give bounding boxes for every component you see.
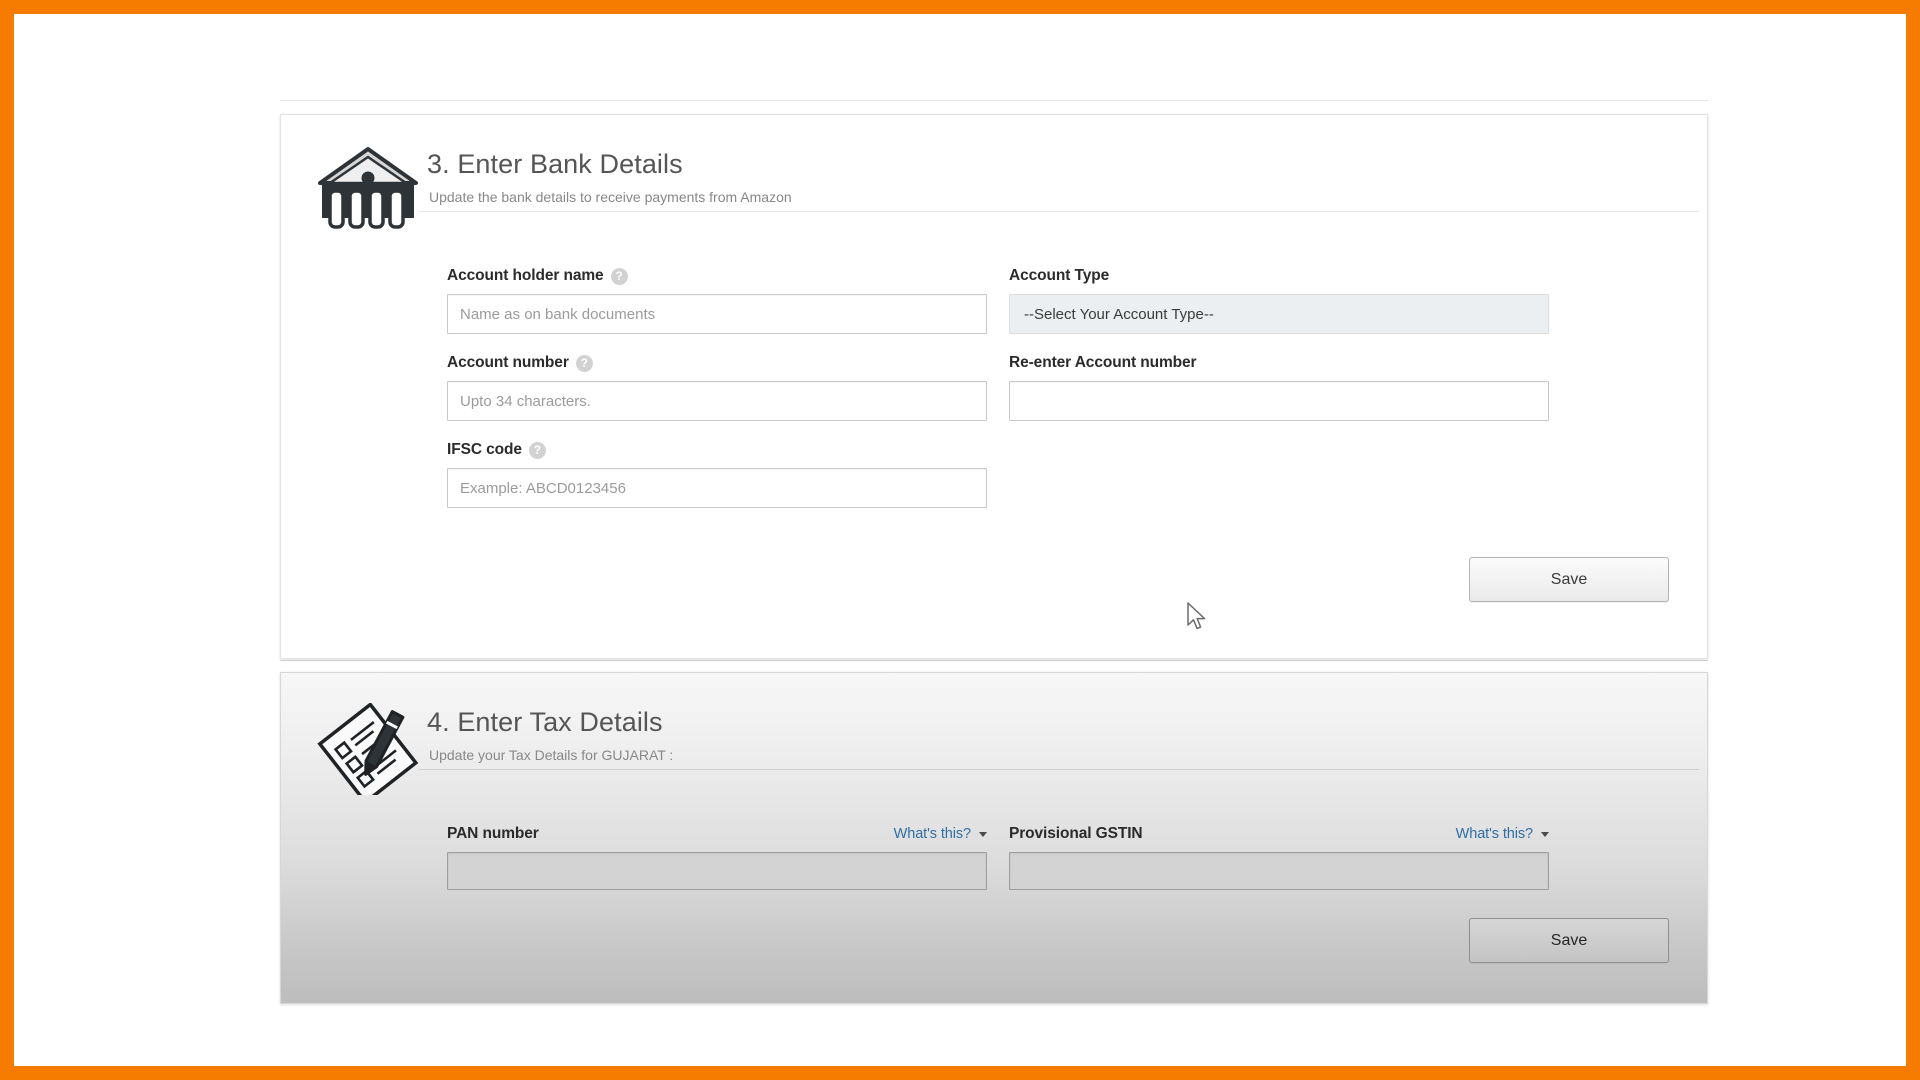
account-number-input[interactable] [447, 381, 987, 421]
tax-card-top-hairline [280, 660, 1708, 661]
reenter-account-number-label-text: Re-enter Account number [1009, 354, 1197, 371]
gstin-whats-this-link[interactable]: What's this? [1456, 826, 1549, 842]
pan-number-label-text: PAN number [447, 825, 539, 842]
reenter-account-number-label: Re-enter Account number [1009, 354, 1549, 372]
bank-header-divider [419, 211, 1699, 212]
clipboard-pencil-icon [309, 699, 427, 795]
tax-section-header: 4. Enter Tax Details Update your Tax Det… [309, 699, 1677, 795]
bank-details-form: Account holder name ? Account Type --Sel… [309, 267, 1677, 508]
pan-number-input[interactable] [447, 852, 987, 890]
provisional-gstin-input[interactable] [1009, 852, 1549, 890]
chevron-down-icon [979, 831, 987, 837]
tax-section-subtitle: Update your Tax Details for GUJARAT : [429, 747, 674, 764]
provisional-gstin-field: Provisional GSTIN What's this? [1009, 825, 1549, 890]
bank-save-button[interactable]: Save [1469, 557, 1669, 602]
bank-form-row-3: IFSC code ? [447, 441, 1677, 508]
help-icon[interactable]: ? [610, 267, 628, 285]
tax-form-row-1: PAN number What's this? Provisional GSTI… [447, 825, 1677, 890]
provisional-gstin-label: Provisional GSTIN What's this? [1009, 825, 1549, 843]
account-type-field: Account Type --Select Your Account Type-… [1009, 267, 1549, 334]
bank-card-top-hairline [280, 100, 1708, 101]
bank-section-header: 3. Enter Bank Details Update the bank de… [309, 141, 1677, 237]
account-type-selected-value: --Select Your Account Type-- [1024, 305, 1214, 323]
account-holder-name-field: Account holder name ? [447, 267, 987, 334]
account-number-field: Account number ? [447, 354, 987, 421]
chevron-down-icon [1541, 831, 1549, 837]
orange-frame: 3. Enter Bank Details Update the bank de… [0, 0, 1920, 1080]
tax-save-button[interactable]: Save [1469, 918, 1669, 963]
pan-number-label: PAN number What's this? [447, 825, 987, 843]
gstin-whats-this-text: What's this? [1455, 826, 1533, 842]
bank-details-card: 3. Enter Bank Details Update the bank de… [280, 114, 1708, 659]
tax-header-divider [419, 769, 1699, 770]
account-holder-name-label-text: Account holder name [447, 267, 604, 284]
account-holder-name-label: Account holder name ? [447, 267, 987, 285]
pan-whats-this-text: What's this? [893, 826, 971, 842]
tax-details-card: 4. Enter Tax Details Update your Tax Det… [280, 672, 1708, 1004]
reenter-account-number-field: Re-enter Account number [1009, 354, 1549, 421]
page-canvas: 3. Enter Bank Details Update the bank de… [14, 14, 1906, 1066]
bank-form-row-2: Account number ? Re-enter Account number [447, 354, 1677, 421]
ifsc-code-label: IFSC code ? [447, 441, 987, 459]
help-icon[interactable]: ? [575, 354, 593, 372]
pan-whats-this-link[interactable]: What's this? [894, 826, 987, 842]
account-holder-name-input[interactable] [447, 294, 987, 334]
account-type-select[interactable]: --Select Your Account Type-- [1009, 294, 1549, 334]
ifsc-code-label-text: IFSC code [447, 441, 522, 458]
ifsc-code-field: IFSC code ? [447, 441, 987, 508]
tax-details-form: PAN number What's this? Provisional GSTI… [309, 825, 1677, 890]
bank-form-row-3-spacer [1009, 441, 1549, 508]
help-icon[interactable]: ? [528, 441, 546, 459]
pan-number-field: PAN number What's this? [447, 825, 987, 890]
ifsc-code-input[interactable] [447, 468, 987, 508]
account-type-label-text: Account Type [1009, 267, 1110, 284]
reenter-account-number-input[interactable] [1009, 381, 1549, 421]
bank-building-icon [309, 141, 427, 233]
account-type-label: Account Type [1009, 267, 1549, 285]
bank-form-row-1: Account holder name ? Account Type --Sel… [447, 267, 1677, 334]
account-number-label-text: Account number [447, 354, 569, 371]
tax-section-title: 4. Enter Tax Details [427, 707, 663, 737]
provisional-gstin-label-text: Provisional GSTIN [1009, 825, 1143, 842]
bank-section-subtitle: Update the bank details to receive payme… [429, 189, 792, 206]
bank-section-title: 3. Enter Bank Details [427, 149, 683, 179]
account-number-label: Account number ? [447, 354, 987, 372]
